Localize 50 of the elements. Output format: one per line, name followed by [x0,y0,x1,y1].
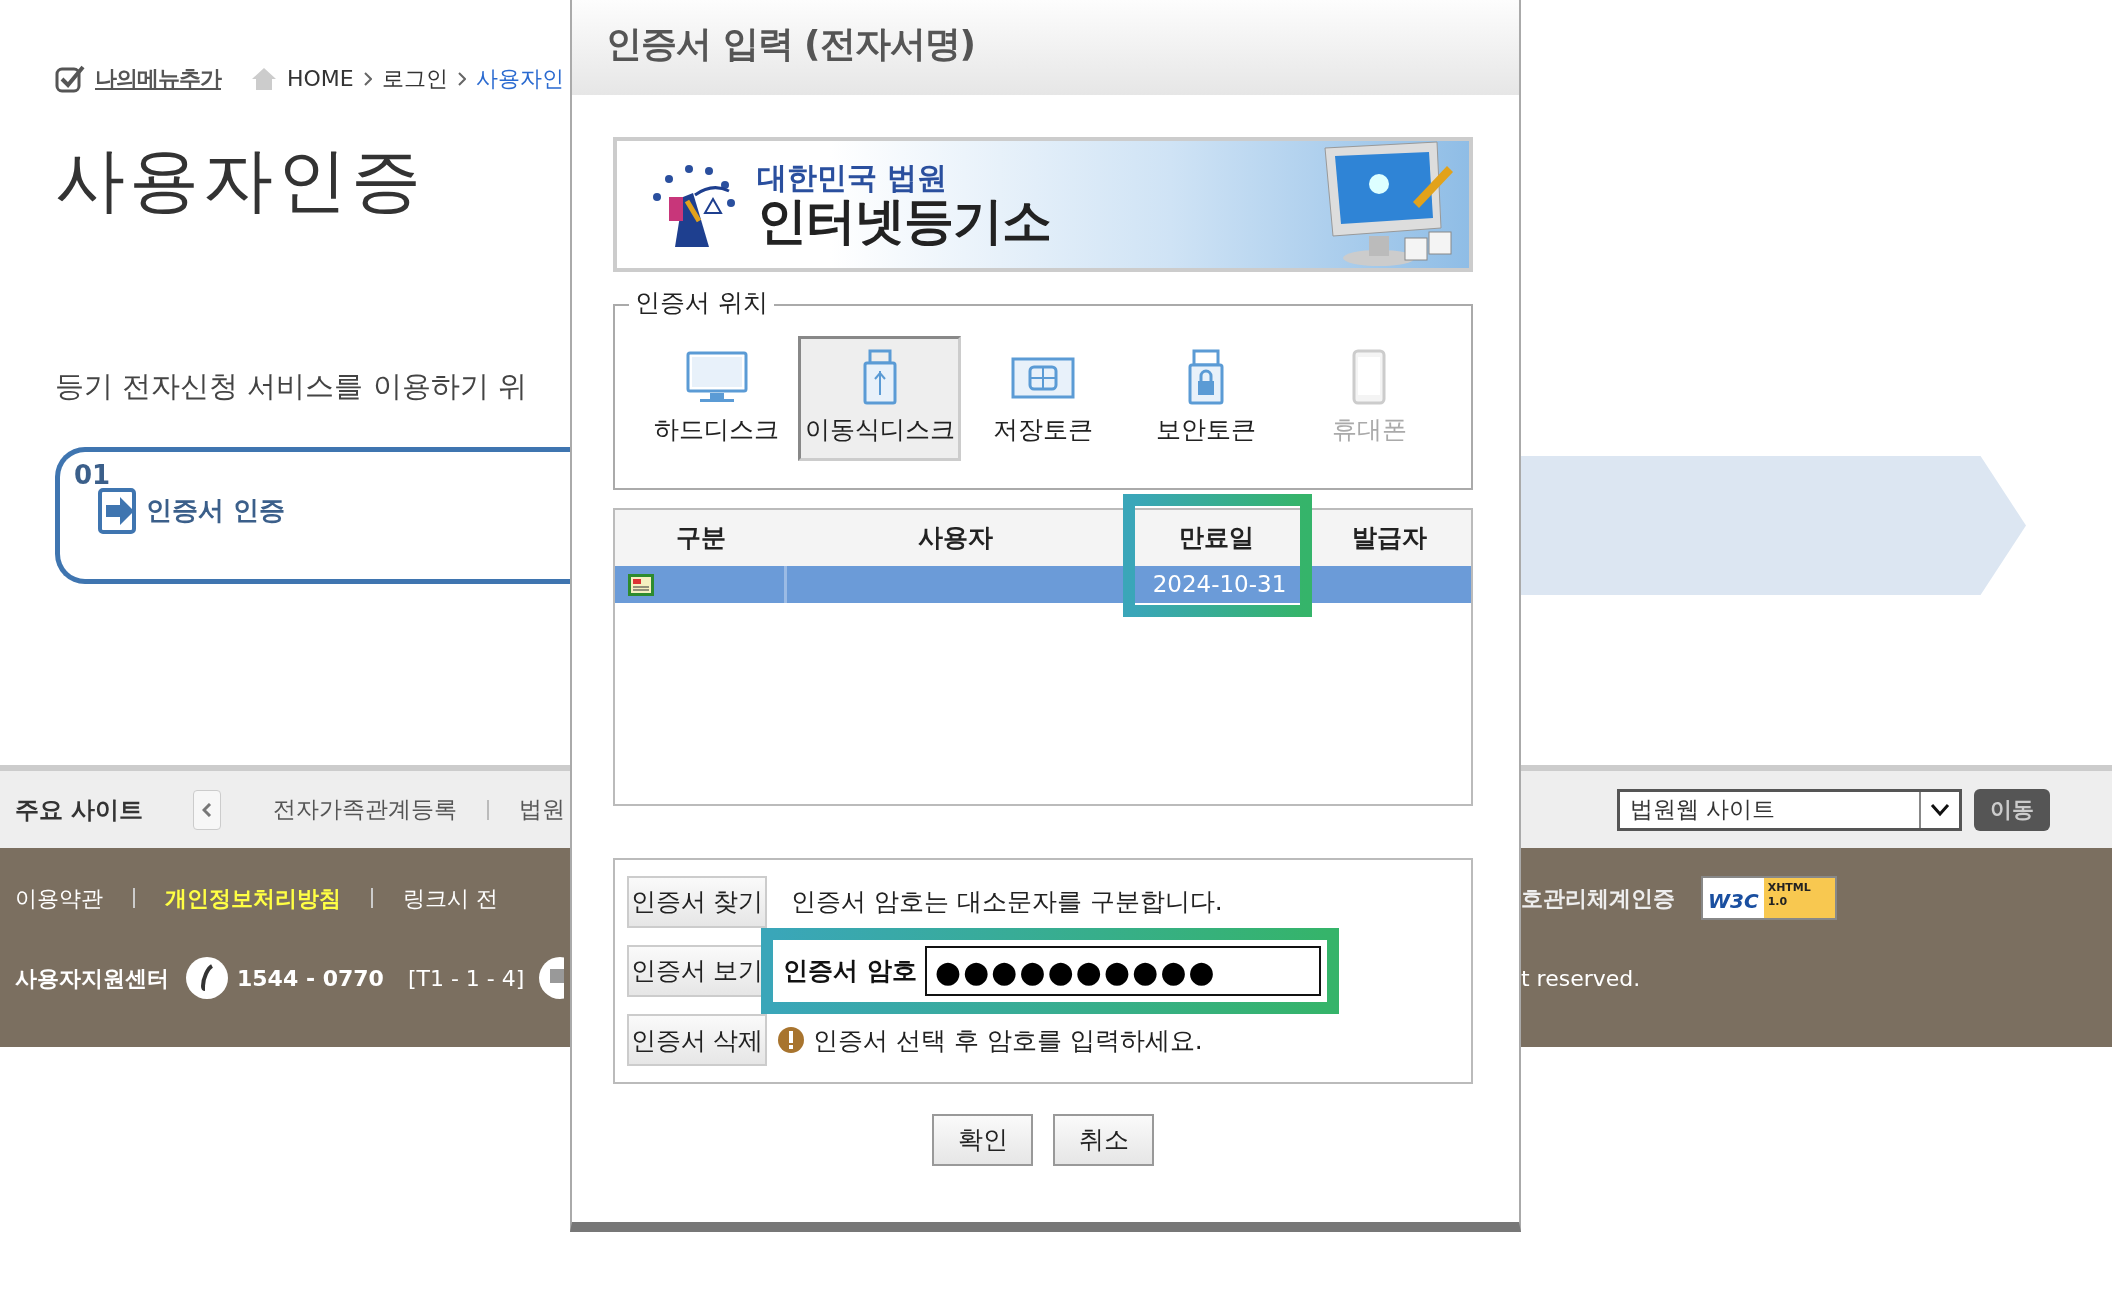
checkmark-icon [55,63,85,94]
banner-title: 인터넷등기소 [757,193,1051,249]
chevron-left-icon [202,803,213,817]
chevron-icon [363,71,372,86]
delete-certificate-button[interactable]: 인증서 삭제 [627,1014,767,1067]
column-header: 만료일 [1178,522,1256,554]
phone-number: 1544 - 0770 [237,964,384,993]
breadcrumb-link[interactable]: 로그인 [381,62,448,95]
phone-icon [185,956,229,1000]
chevron-down-icon [1930,802,1950,817]
warning-icon [777,1026,805,1055]
notice-text: 인증서 암호는 대소문자를 구분합니다. [791,886,1223,918]
column-header: 구분 [674,522,727,554]
site-select[interactable]: 법원웹 사이트 [1617,788,1962,831]
hint-text: 인증서 선택 후 암호를 입력하세요. [813,1024,1203,1057]
location-tab[interactable]: 보안토큰 [1124,336,1288,461]
footer-link[interactable]: 개인정보처리방침 [165,881,341,915]
location-tab[interactable]: 이동식디스크 [798,336,962,461]
certification-text: 호관리체계인증 [1521,884,1675,913]
chevron-icon [457,71,466,86]
password-label: 인증서 암호 [782,955,918,988]
site-link[interactable]: 전자가족관계등록 [273,792,458,827]
sites-title: 주요 사이트 [15,794,144,826]
home-icon [251,66,277,91]
intro-text: 등기 전자신청 서비스를 이용하기 위 [55,368,528,405]
footer-link[interactable]: 링크시 전 [403,881,498,915]
find-certificate-button[interactable]: 인증서 찾기 [627,875,767,928]
page-title: 사용자인증 [55,145,426,215]
step-number: 01 [74,461,112,488]
location-tab[interactable]: 저장토큰 [961,336,1125,461]
breadcrumb-link[interactable]: HOME [287,62,354,95]
confirm-button[interactable]: 확인 [932,1114,1033,1166]
cancel-button[interactable]: 취소 [1053,1114,1154,1166]
support-label: 사용자지원센터 [15,964,169,993]
footer-link[interactable]: 이용약관 [15,881,103,915]
certificate-icon [627,572,655,597]
column-header: 발급자 [1351,522,1429,554]
copyright-text: t reserved. [1521,964,1641,993]
my-menu-link[interactable]: 나의메뉴추가 [95,62,221,95]
table-cell-text: 2024-10-31 [1151,570,1288,599]
site-link[interactable]: 법원 [519,792,566,827]
breadcrumb-link[interactable]: 사용자인 [475,62,564,95]
step-label: 인증서 인증 [146,494,286,527]
banner-subtitle: 대한민국 법원 [757,160,949,194]
previous-button[interactable] [193,789,222,830]
support-code: [T1 - 1 - 4] [407,964,525,993]
go-button[interactable]: 이동 [1974,788,2050,831]
location-tab[interactable]: 하드디스크 [635,336,799,461]
password-field[interactable]: ●●●●●●●●●● [924,946,1321,996]
column-header: 사용자 [916,522,994,554]
